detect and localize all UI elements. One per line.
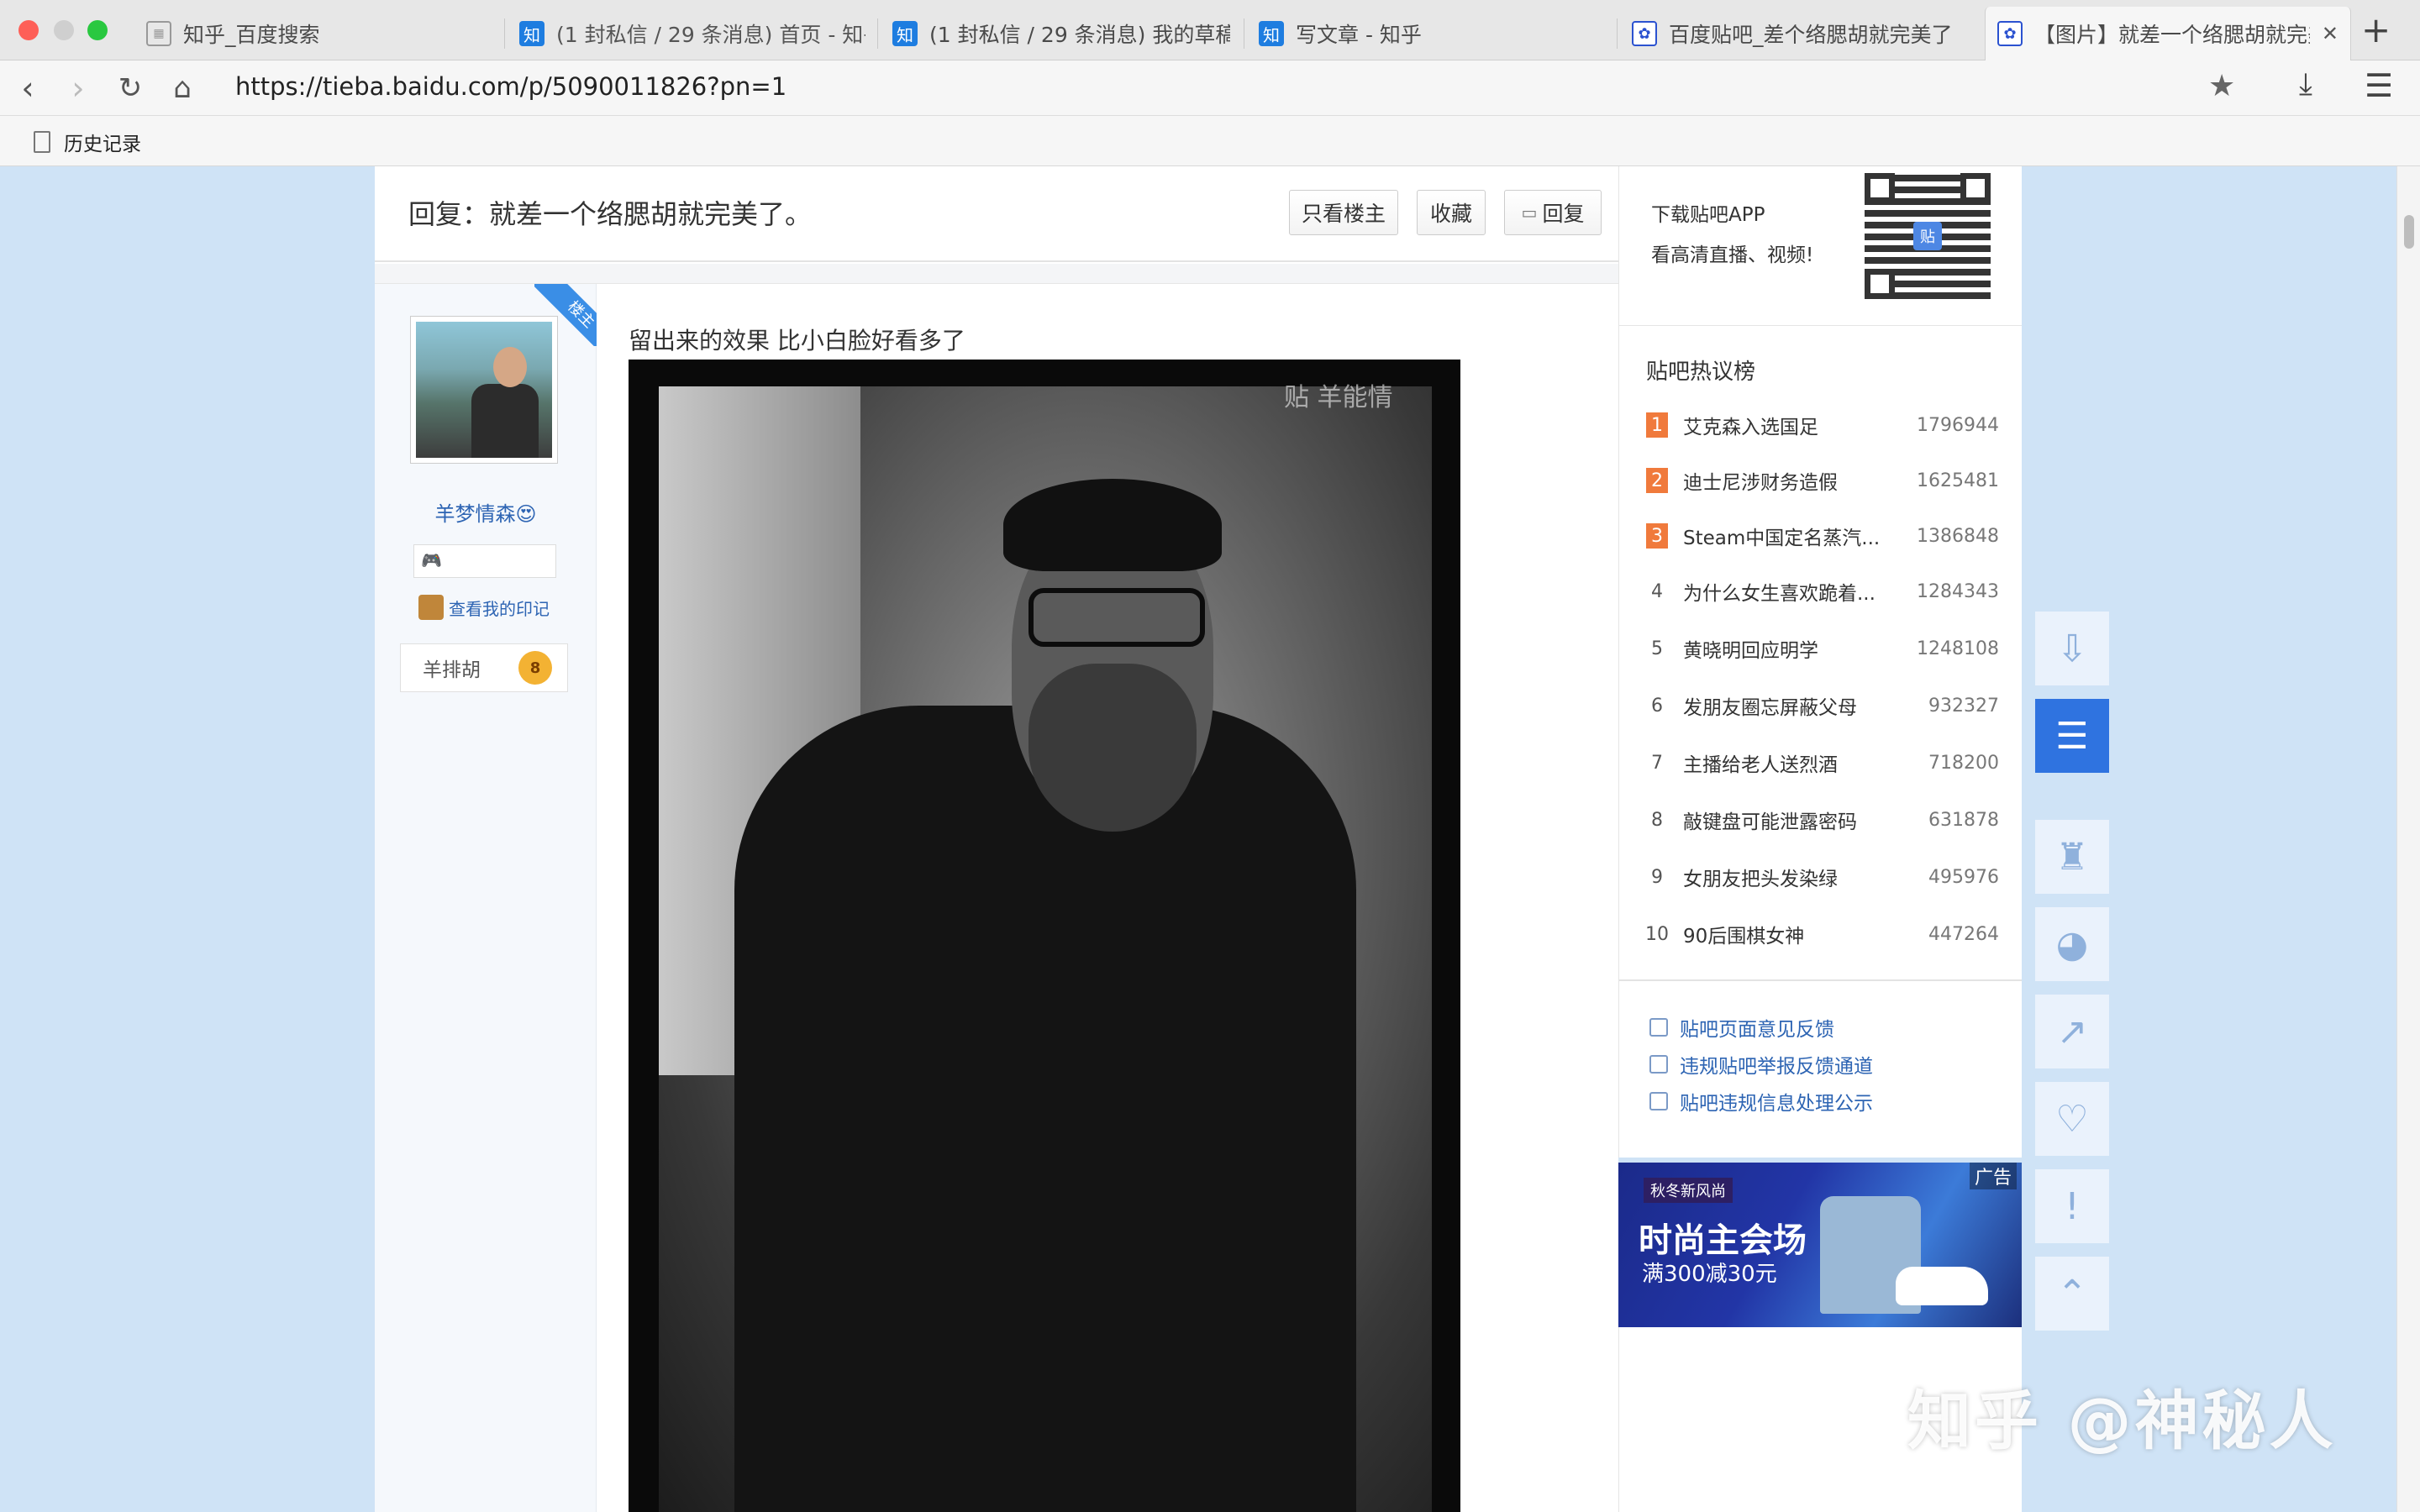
hot-topic-item[interactable]: 6 发朋友圈忘屏蔽父母 932327 [1646, 689, 1999, 722]
home-button[interactable]: ⌂ [163, 69, 202, 108]
report-icon [1649, 1055, 1668, 1074]
zhihu-icon: 知 [519, 21, 544, 46]
grid-icon: ▦ [146, 21, 171, 46]
menu-icon[interactable]: ☰ [2365, 67, 2393, 104]
bookmark-star-icon[interactable]: ★ [2208, 69, 2235, 103]
app-title[interactable]: 下载贴吧APP [1651, 198, 1765, 227]
hot-topic-item[interactable]: 8 敲键盘可能泄露密码 631878 [1646, 803, 1999, 837]
badge-box: 🎮 [413, 544, 556, 578]
zoom-window-button[interactable] [87, 20, 108, 40]
hot-topic-item[interactable]: 1 艾克森入选国足 1796944 [1646, 408, 1999, 442]
url-field[interactable]: https://tieba.baidu.com/p/5090011826?pn=… [235, 72, 786, 101]
reply-button[interactable]: ▭ 回复 [1504, 190, 1602, 235]
violation-notice-link[interactable]: 贴吧违规信息处理公示 [1649, 1087, 1873, 1116]
back-to-top-icon[interactable]: ⌃ [2035, 1257, 2109, 1331]
zhihu-icon: 知 [1259, 21, 1284, 46]
report-link[interactable]: 违规贴吧举报反馈通道 [1649, 1050, 1873, 1079]
browser-tab[interactable]: 知 (1 封私信 / 29 条消息) 首页 - 知乎 [508, 7, 877, 60]
hot-topic-item[interactable]: 5 黄晓明回应明学 1248108 [1646, 632, 1999, 665]
hot-topic-item[interactable]: 2 迪士尼涉财务造假 1625481 [1646, 464, 1999, 497]
level-badge: 8 [518, 651, 552, 685]
baidu-paw-icon: ✿ [1632, 21, 1657, 46]
post-header: 回复：就差一个络腮胡就完美了。 只看楼主 收藏 ▭ 回复 [375, 166, 1618, 262]
feedback-links: 贴吧页面意见反馈 违规贴吧举报反馈通道 贴吧违规信息处理公示 [1618, 981, 2022, 1158]
reload-button[interactable]: ↻ [111, 69, 150, 108]
edit-icon [1649, 1018, 1668, 1037]
ad-headline: 时尚主会场 [1639, 1221, 1807, 1260]
image-watermark: 贴 羊能情 [1284, 383, 1393, 412]
hot-topics-box: 贴吧热议榜 1 艾克森入选国足 1796944 2 迪士尼涉财务造假 16254… [1618, 326, 2022, 981]
hot-topic-item[interactable]: 9 女朋友把头发染绿 495976 [1646, 860, 1999, 894]
browser-tab-active[interactable]: ✿ 【图片】就差一个络腮胡就完美 ✕ [1985, 7, 2351, 60]
view-marks-link[interactable]: 查看我的印记 [418, 595, 550, 620]
forward-button[interactable]: › [59, 69, 97, 108]
heart-icon[interactable]: ♡ [2035, 1082, 2109, 1156]
hot-topic-item[interactable]: 7 主播给老人送烈酒 718200 [1646, 746, 1999, 780]
close-window-button[interactable] [18, 20, 39, 40]
ad-label: 广告 [1969, 1163, 2017, 1189]
post-title: 回复：就差一个络腮胡就完美了。 [408, 198, 813, 230]
avatar[interactable] [410, 316, 558, 464]
document-icon [34, 131, 50, 153]
trash-icon [1649, 1092, 1668, 1110]
game-badge-icon: 🎮 [421, 550, 442, 570]
share-icon[interactable]: ↗ [2035, 995, 2109, 1068]
shoe-image [1896, 1267, 1988, 1305]
ad-small-text: 秋冬新风尚 [1644, 1178, 1733, 1203]
zhihu-watermark: 知乎 @神秘人 [1907, 1383, 2337, 1458]
qr-code-icon: 贴 [1865, 173, 1991, 299]
author-column: 楼主 羊梦情森😍 🎮 查看我的印记 羊排胡 8 [375, 284, 597, 1512]
browser-tab[interactable]: 知 (1 封私信 / 29 条消息) 我的草稿 [881, 7, 1242, 60]
author-name[interactable]: 羊梦情森😍 [375, 497, 597, 527]
hot-topic-item[interactable]: 10 90后围棋女神 447264 [1645, 917, 1999, 951]
post-text: 留出来的效果 比小白脸好看多了 [629, 327, 965, 354]
ad-banner[interactable]: 广告 秋冬新风尚 时尚主会场 满300减30元 [1618, 1163, 2022, 1327]
new-tab-button[interactable]: + [2361, 12, 2391, 49]
hot-topic-item[interactable]: 3 Steam中国定名蒸汽... 1386848 [1646, 519, 1999, 553]
download-app-icon[interactable]: ⇩ [2035, 612, 2109, 685]
message-icon[interactable]: ☰ [2035, 699, 2109, 773]
browser-tab[interactable]: ✿ 百度贴吧_差个络腮胡就完美了 [1620, 7, 1981, 60]
post-image[interactable]: 贴 羊能情 [629, 360, 1460, 1512]
download-app-box: 下载贴吧APP 看高清直播、视频! 贴 [1618, 166, 2022, 326]
download-icon[interactable]: ⤓ [2299, 67, 2312, 102]
only-op-button[interactable]: 只看楼主 [1289, 190, 1398, 235]
browser-tab-bar: ▦ 知乎_百度搜索 知 (1 封私信 / 29 条消息) 首页 - 知乎 知 (… [0, 0, 2420, 60]
post-container: 回复：就差一个络腮胡就完美了。 只看楼主 收藏 ▭ 回复 楼主 羊梦情森😍 🎮 … [375, 166, 1618, 1512]
close-tab-icon[interactable]: ✕ [2322, 22, 2338, 45]
hot-topic-item[interactable]: 4 为什么女生喜欢跪着... 1284343 [1646, 575, 1999, 608]
avatar-image [416, 322, 552, 458]
zhihu-icon: 知 [892, 21, 918, 46]
baidu-paw-icon: ✿ [1997, 21, 2023, 46]
bear-icon[interactable]: ◕ [2035, 907, 2109, 981]
scrollbar[interactable] [2396, 166, 2420, 1512]
member-level-tag[interactable]: 羊排胡 8 [400, 643, 568, 692]
comment-icon: ▭ [1521, 202, 1538, 223]
ad-subline: 满300减30元 [1642, 1262, 1777, 1287]
browser-tab[interactable]: 知 写文章 - 知乎 [1247, 7, 1617, 60]
app-subtitle: 看高清直播、视频! [1651, 244, 1814, 266]
divider-strip [375, 264, 1618, 284]
browser-tab[interactable]: ▦ 知乎_百度搜索 [134, 7, 504, 60]
scroll-thumb[interactable] [2404, 215, 2414, 249]
magic-hat-icon[interactable]: ♜ [2035, 820, 2109, 894]
minimize-window-button[interactable] [54, 20, 74, 40]
address-toolbar: ‹ › ↻ ⌂ https://tieba.baidu.com/p/509001… [0, 60, 2420, 116]
back-button[interactable]: ‹ [8, 69, 47, 108]
feedback-link[interactable]: 贴吧页面意见反馈 [1649, 1013, 1834, 1042]
report-alert-icon[interactable]: ! [2035, 1169, 2109, 1243]
hot-topics-title: 贴吧热议榜 [1646, 360, 1756, 385]
book-icon [418, 595, 444, 620]
bookmarks-bar: 历史记录 [0, 116, 2420, 166]
bookmark-history[interactable]: 历史记录 [34, 128, 141, 156]
favorite-button[interactable]: 收藏 [1417, 190, 1486, 235]
